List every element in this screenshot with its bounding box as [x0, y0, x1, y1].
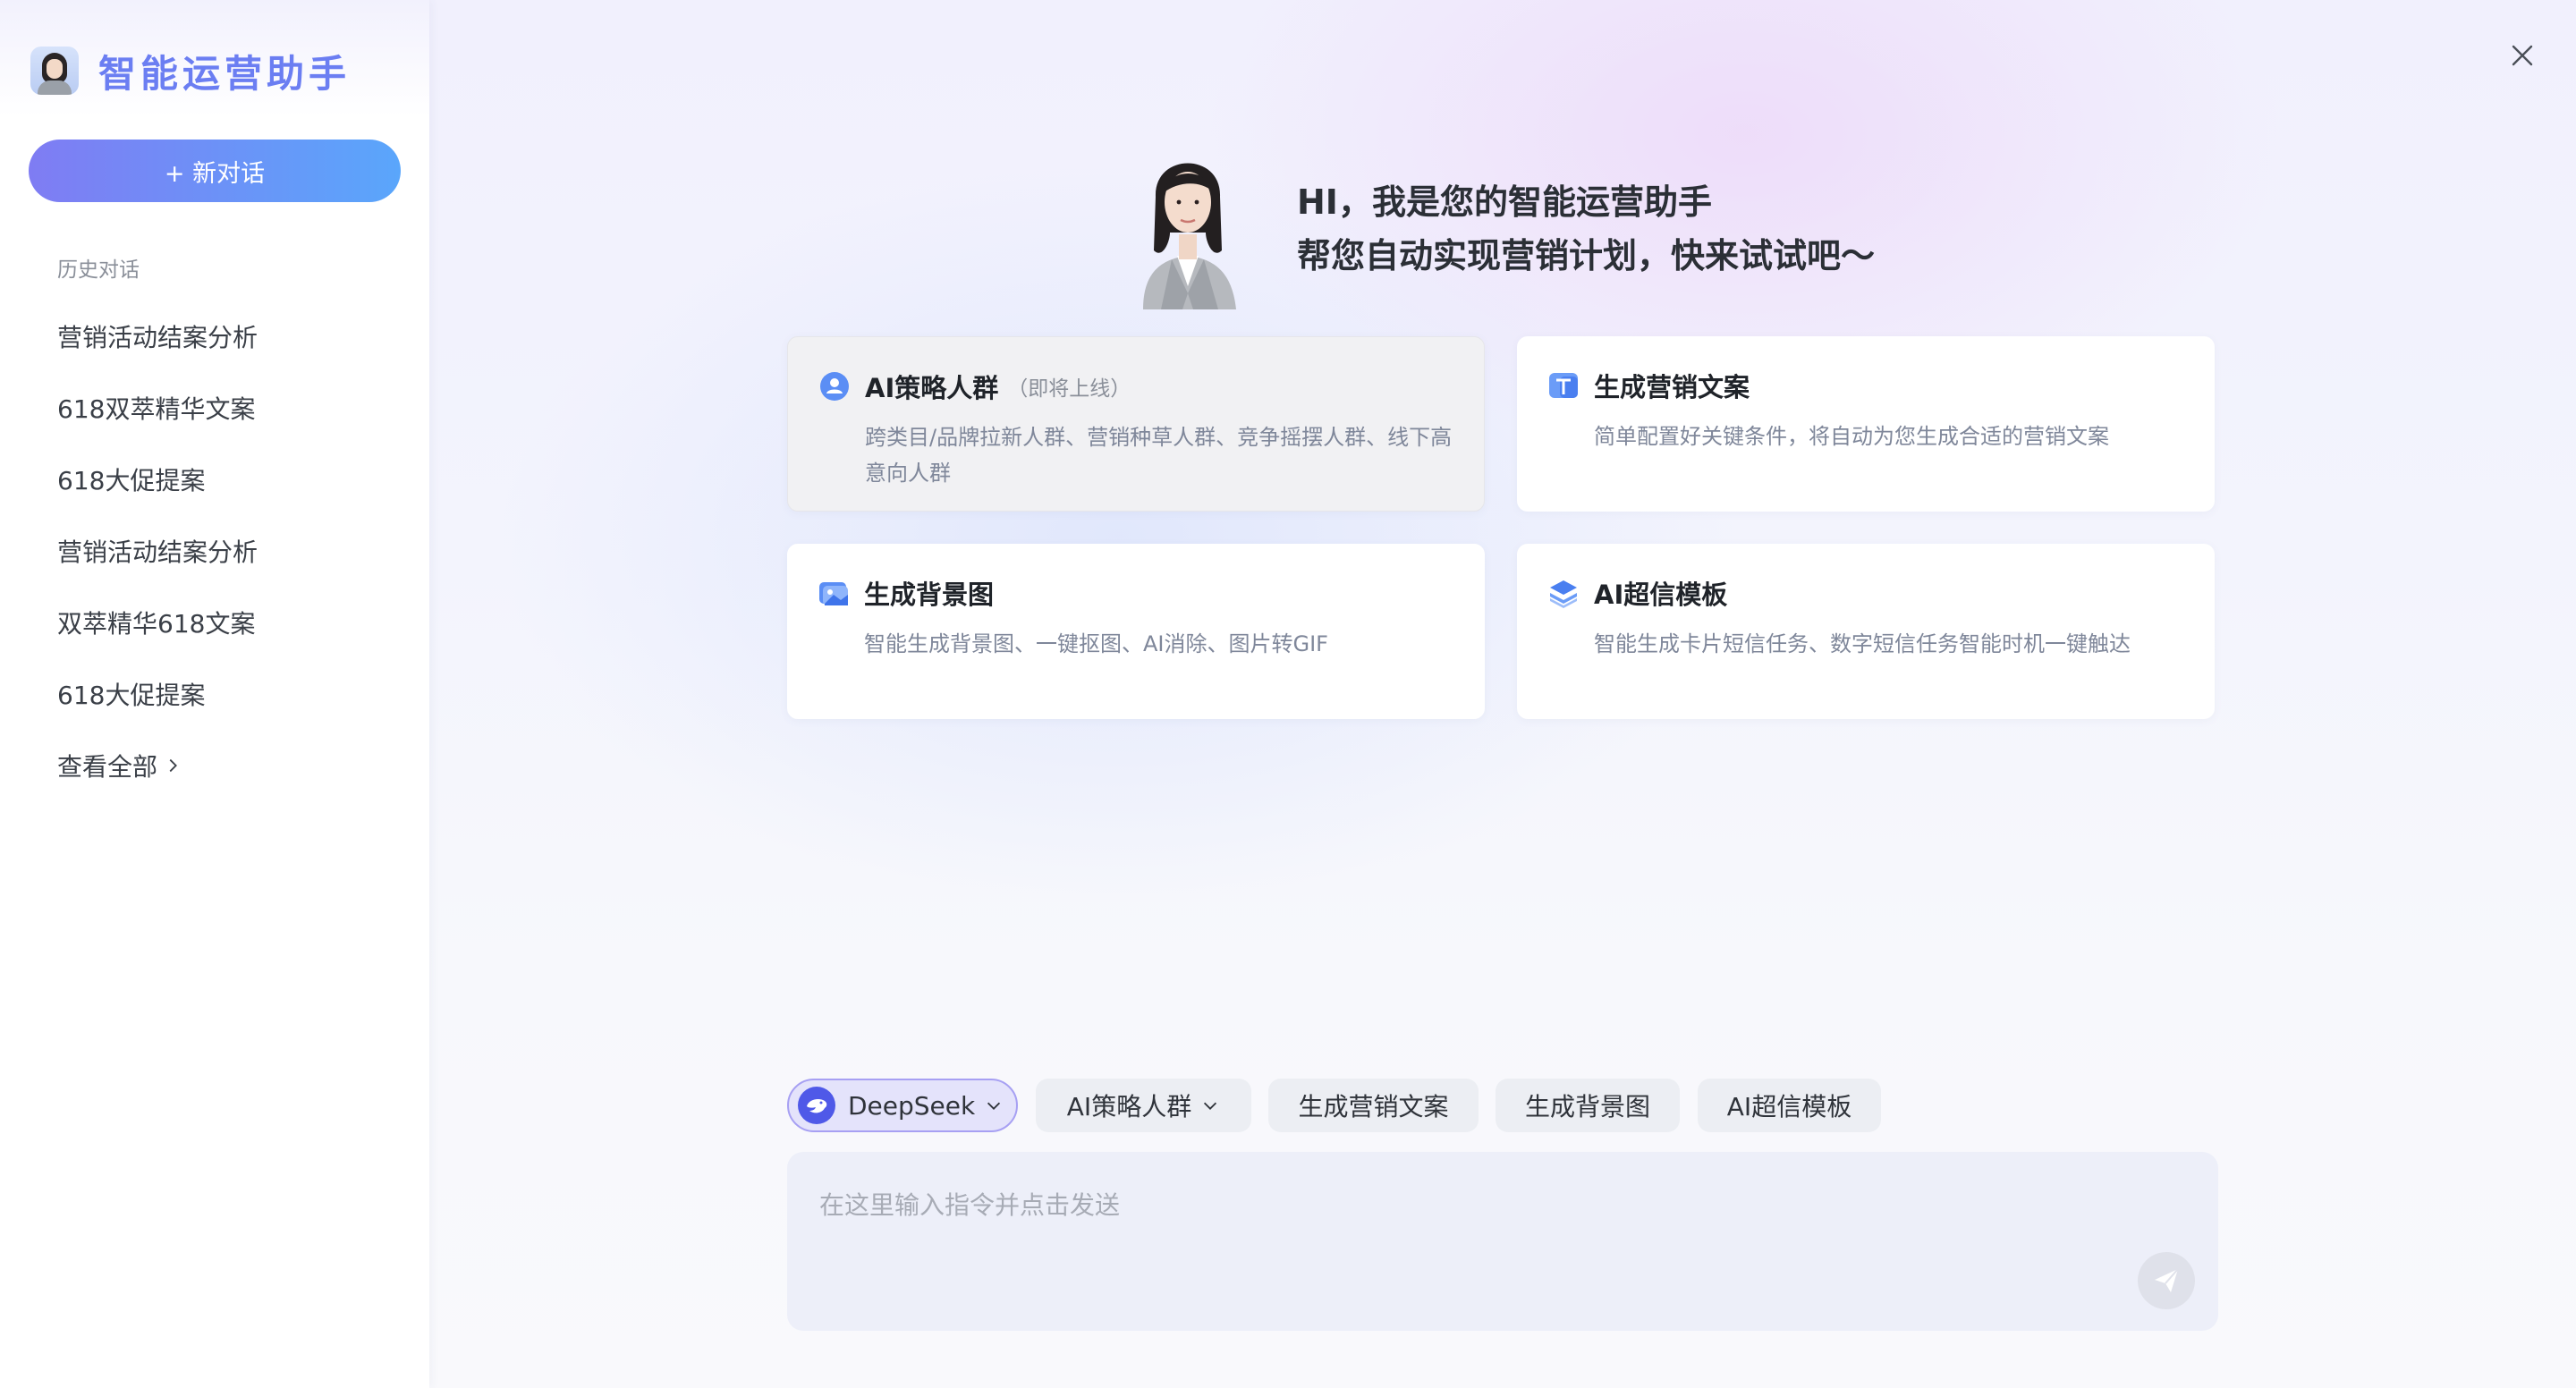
- history-item[interactable]: 618双萃精华文案: [57, 388, 258, 460]
- history-item[interactable]: 营销活动结案分析: [57, 531, 258, 603]
- welcome-line-1: HI，我是您的智能运营助手: [1297, 182, 1712, 222]
- card-title: 生成营销文案: [1594, 372, 1750, 402]
- card-description: 智能生成卡片短信任务、数字短信任务智能时机一键触达: [1594, 631, 2131, 656]
- chip-generate-background[interactable]: 生成背景图: [1496, 1079, 1680, 1132]
- card-description: 跨类目/品牌拉新人群、营销种草人群、竞争摇摆人群、线下高意向人群: [865, 425, 1453, 486]
- card-title: 生成背景图: [864, 580, 995, 610]
- assistant-avatar: [30, 47, 79, 95]
- view-all-link[interactable]: 查看全部: [57, 748, 182, 783]
- send-icon: [2155, 1268, 2179, 1292]
- deepseek-logo-icon: [798, 1087, 835, 1124]
- history-item[interactable]: 双萃精华618文案: [57, 603, 258, 674]
- sidebar: 智能运营助手 + 新对话 历史对话 营销活动结案分析 618双萃精华文案 618…: [0, 0, 429, 1388]
- card-ai-sms-template[interactable]: AI超信模板 智能生成卡片短信任务、数字短信任务智能时机一键触达: [1517, 544, 2215, 719]
- history-item[interactable]: 营销活动结案分析: [57, 317, 258, 388]
- message-composer: [787, 1152, 2218, 1331]
- new-chat-button[interactable]: + 新对话: [29, 140, 401, 202]
- chevron-right-icon: [169, 758, 177, 773]
- card-description: 智能生成背景图、一键抠图、AI消除、图片转GIF: [864, 631, 1328, 656]
- card-generate-background[interactable]: 生成背景图 智能生成背景图、一键抠图、AI消除、图片转GIF: [787, 544, 1485, 719]
- chevron-down-icon: [987, 1102, 1001, 1110]
- chip-ai-strategy-audience[interactable]: AI策略人群: [1036, 1079, 1251, 1132]
- assistant-illustration: [1143, 163, 1236, 309]
- chip-label: AI策略人群: [1066, 1092, 1192, 1121]
- model-selector[interactable]: DeepSeek: [787, 1079, 1018, 1132]
- view-all-label: 查看全部: [57, 752, 158, 782]
- close-icon[interactable]: [2506, 39, 2538, 72]
- chevron-down-icon: [1204, 1102, 1217, 1110]
- card-ai-strategy-audience[interactable]: AI策略人群 （即将上线） 跨类目/品牌拉新人群、营销种草人群、竞争摇摆人群、线…: [787, 336, 1485, 512]
- history-item[interactable]: 618大促提案: [57, 460, 258, 531]
- brand: 智能运营助手: [30, 45, 351, 97]
- text-icon: [1549, 373, 1578, 398]
- history-item[interactable]: 618大促提案: [57, 674, 258, 746]
- welcome-message: HI，我是您的智能运营助手 帮您自动实现营销计划，快来试试吧～: [1297, 175, 1875, 283]
- coming-soon-tag: （即将上线）: [1007, 377, 1131, 401]
- card-title: AI策略人群: [865, 373, 999, 403]
- card-description: 简单配置好关键条件，将自动为您生成合适的营销文案: [1594, 424, 2109, 449]
- history-list: 营销活动结案分析 618双萃精华文案 618大促提案 营销活动结案分析 双萃精华…: [57, 317, 258, 746]
- card-generate-copy[interactable]: 生成营销文案 简单配置好关键条件，将自动为您生成合适的营销文案: [1517, 336, 2215, 512]
- layers-icon: [1550, 580, 1577, 608]
- chip-ai-sms-template[interactable]: AI超信模板: [1698, 1079, 1881, 1132]
- welcome-line-2: 帮您自动实现营销计划，快来试试吧～: [1297, 236, 1876, 275]
- people-icon: [820, 372, 849, 401]
- app-title: 智能运营助手: [98, 51, 352, 96]
- history-section-label: 历史对话: [57, 258, 140, 282]
- model-name: DeepSeek: [848, 1090, 976, 1121]
- chip-generate-copy[interactable]: 生成营销文案: [1268, 1079, 1479, 1132]
- card-title: AI超信模板: [1594, 580, 1728, 610]
- send-button[interactable]: [2138, 1252, 2195, 1309]
- app-window: 智能运营助手 + 新对话 历史对话 营销活动结案分析 618双萃精华文案 618…: [0, 0, 2576, 1388]
- message-input[interactable]: [818, 1184, 2118, 1295]
- image-icon: [819, 582, 848, 605]
